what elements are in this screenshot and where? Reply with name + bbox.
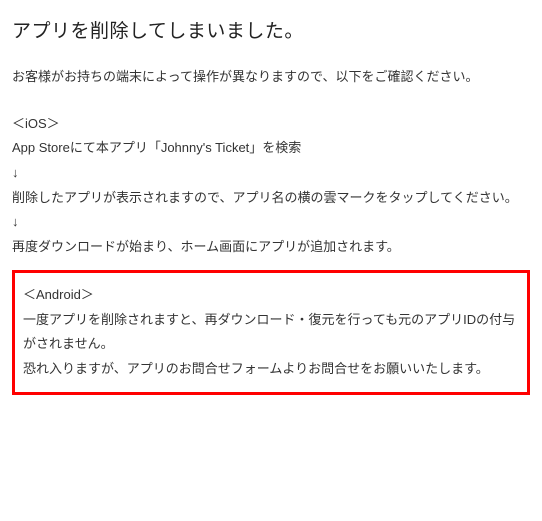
ios-step-3: 再度ダウンロードが始まり、ホーム画面にアプリが追加されます。 [12,235,530,260]
android-section-highlighted: ＜Android＞ 一度アプリを削除されますと、再ダウンロード・復元を行っても元… [12,270,530,395]
android-line-2: 恐れ入りますが、アプリのお問合せフォームよりお問合せをお願いいたします。 [23,357,519,382]
ios-step-2: 削除したアプリが表示されますので、アプリ名の横の雲マークをタップしてください。 [12,186,530,211]
ios-step-1: App Storeにて本アプリ「Johnny's Ticket」を検索 [12,136,530,161]
android-header: ＜Android＞ [23,283,519,308]
ios-arrow-2: ↓ [12,210,530,235]
page-title: アプリを削除してしまいました。 [12,16,530,43]
intro-text: お客様がお持ちの端末によって操作が異なりますので、以下をご確認ください。 [12,65,530,90]
ios-header: ＜iOS＞ [12,112,530,137]
ios-section: ＜iOS＞ App Storeにて本アプリ「Johnny's Ticket」を検… [12,112,530,260]
ios-arrow-1: ↓ [12,161,530,186]
android-line-1: 一度アプリを削除されますと、再ダウンロード・復元を行っても元のアプリIDの付与が… [23,308,519,357]
